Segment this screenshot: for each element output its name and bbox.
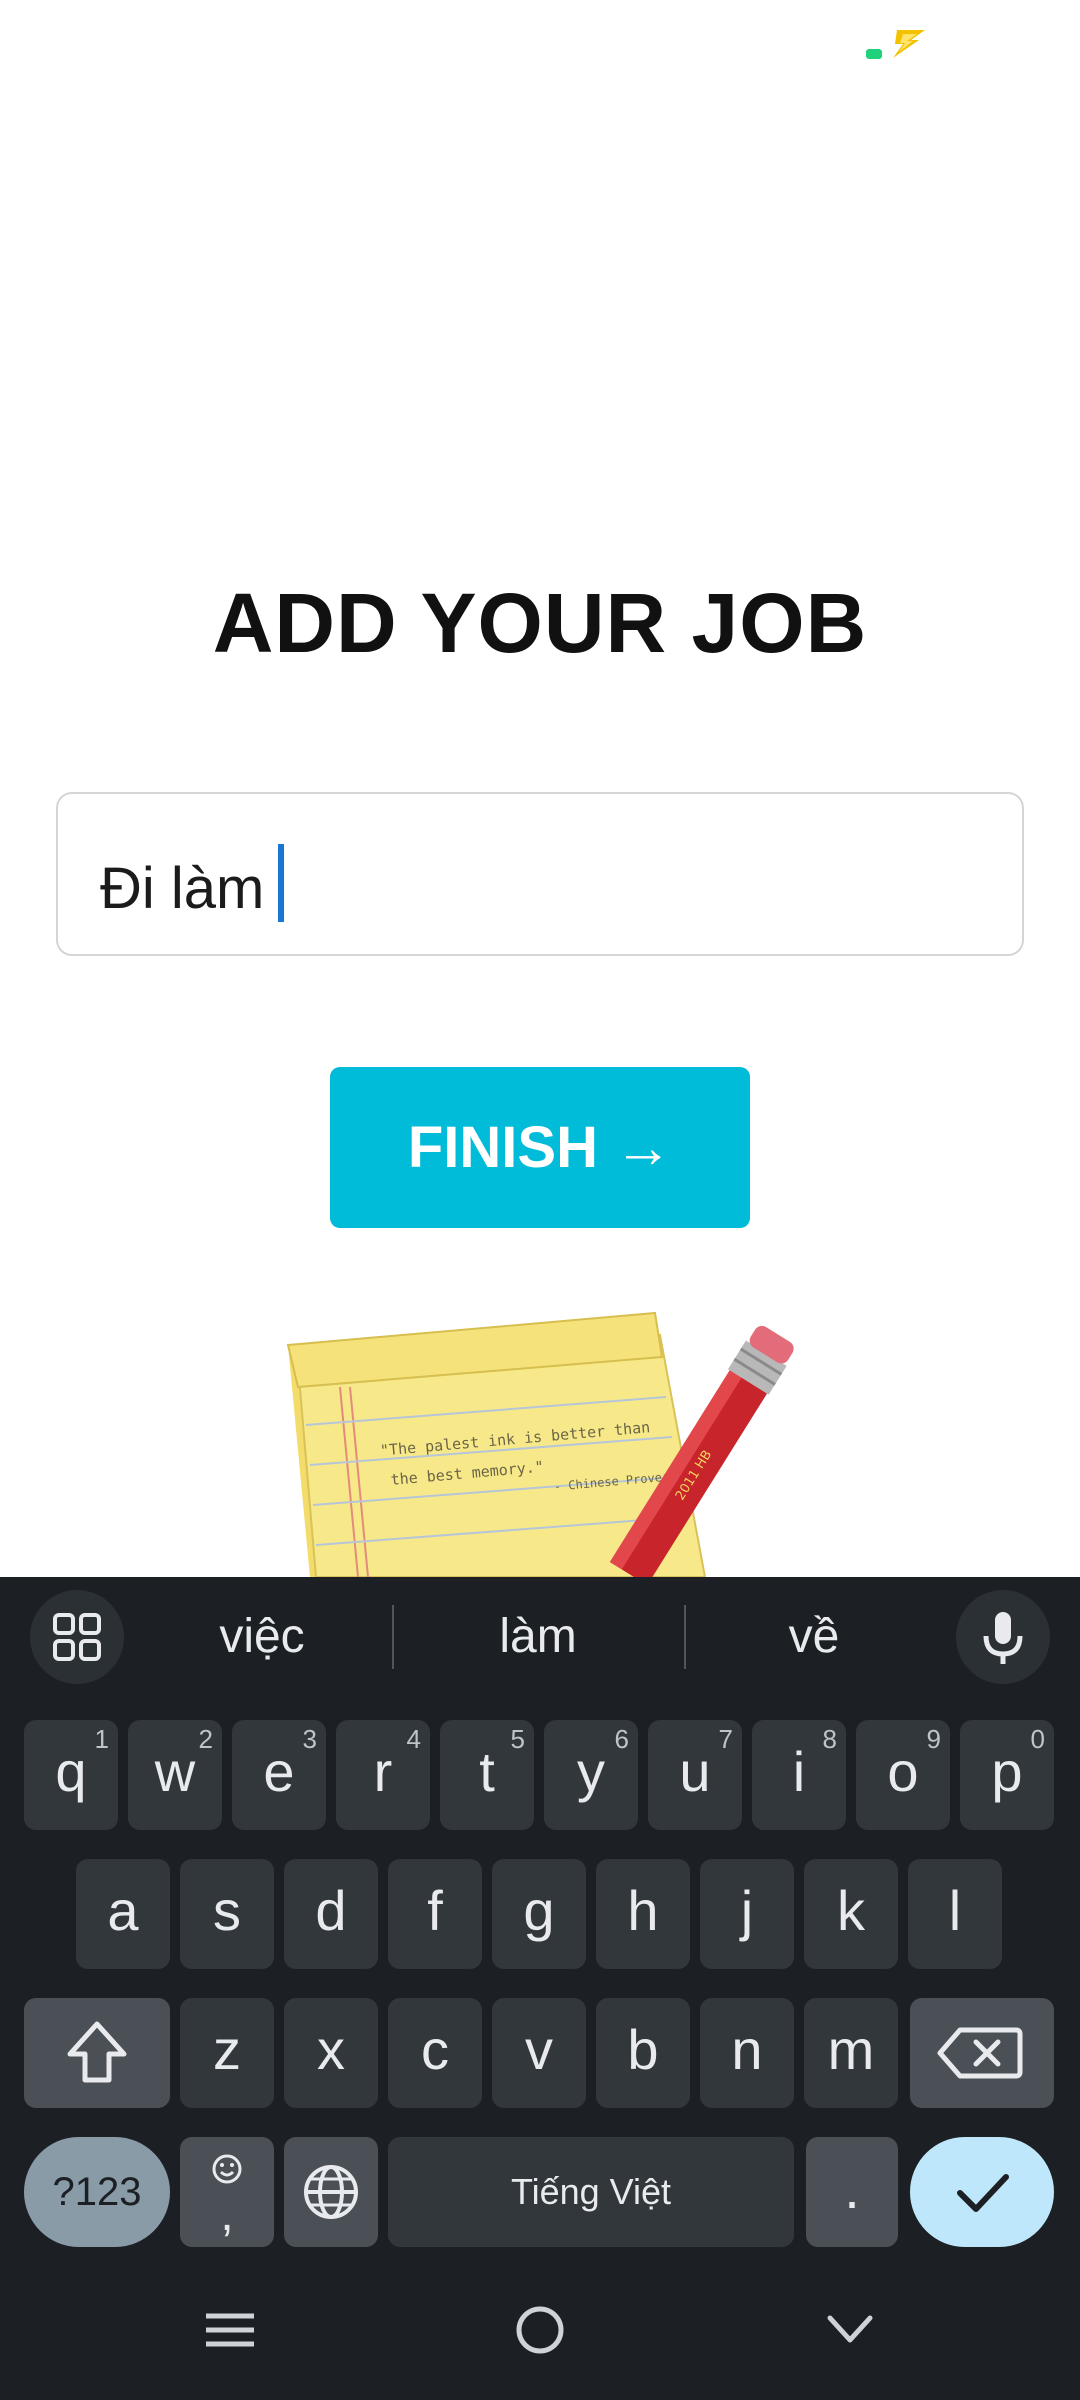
space-key[interactable]: Tiếng Việt: [388, 2137, 794, 2247]
key-x[interactable]: x: [284, 1998, 378, 2108]
key-label: r: [373, 1740, 393, 1803]
key-g[interactable]: g: [492, 1859, 586, 1969]
key-l[interactable]: l: [908, 1859, 1002, 1969]
key-hint: 3: [302, 1724, 317, 1754]
checkmark-icon: [957, 2174, 1009, 2212]
home-circle-icon[interactable]: [510, 2300, 570, 2360]
key-c[interactable]: c: [388, 1998, 482, 2108]
key-o[interactable]: o9: [856, 1720, 950, 1830]
backspace-key[interactable]: [910, 1998, 1054, 2108]
period-key[interactable]: .: [806, 2137, 898, 2247]
key-r[interactable]: r4: [336, 1720, 430, 1830]
key-n[interactable]: n: [700, 1998, 794, 2108]
key-label: w: [154, 1740, 196, 1803]
key-e[interactable]: e3: [232, 1720, 326, 1830]
key-hint: 4: [406, 1724, 421, 1754]
comma-label: ,: [220, 2188, 234, 2241]
key-j[interactable]: j: [700, 1859, 794, 1969]
key-y[interactable]: y6: [544, 1720, 638, 1830]
key-q[interactable]: q1: [24, 1720, 118, 1830]
key-u[interactable]: u7: [648, 1720, 742, 1830]
notepad-pencil-illustration: "The palest ink is better than the best …: [286, 1311, 794, 1577]
key-t[interactable]: t5: [440, 1720, 534, 1830]
on-screen-keyboard: việc làm về q1 w2 e3 r4 t5 y6 u7 i8 o9 p…: [0, 1577, 1080, 2400]
key-hint: 0: [1030, 1724, 1045, 1754]
key-label: o: [887, 1740, 919, 1803]
keyboard-menu-button[interactable]: [30, 1590, 124, 1684]
symbols-key[interactable]: ?123: [24, 2137, 170, 2247]
key-k[interactable]: k: [804, 1859, 898, 1969]
key-d[interactable]: d: [284, 1859, 378, 1969]
key-h[interactable]: h: [596, 1859, 690, 1969]
emoji-comma-key[interactable]: ,: [180, 2137, 274, 2247]
shift-key[interactable]: [24, 1998, 170, 2108]
key-label: q: [55, 1740, 87, 1803]
job-name-input[interactable]: Đi làm: [56, 792, 1024, 956]
microphone-icon: [983, 1612, 1023, 1664]
finish-button[interactable]: FINISH →: [330, 1067, 750, 1228]
key-hint: 7: [718, 1724, 733, 1754]
menu-lines-icon[interactable]: [200, 2300, 260, 2360]
key-z[interactable]: z: [180, 1998, 274, 2108]
status-battery-indicator: [866, 49, 882, 59]
suggestion-2[interactable]: làm: [394, 1597, 682, 1677]
key-b[interactable]: b: [596, 1998, 690, 2108]
chevron-down-icon[interactable]: [820, 2300, 880, 2360]
key-label: p: [991, 1740, 1023, 1803]
key-i[interactable]: i8: [752, 1720, 846, 1830]
key-label: y: [577, 1740, 605, 1803]
key-hint: 2: [198, 1724, 213, 1754]
job-input-value: Đi làm: [100, 856, 265, 921]
key-v[interactable]: v: [492, 1998, 586, 2108]
key-f[interactable]: f: [388, 1859, 482, 1969]
language-key[interactable]: [284, 2137, 378, 2247]
key-hint: 9: [926, 1724, 941, 1754]
key-label: t: [479, 1740, 495, 1803]
page-title: ADD YOUR JOB: [212, 576, 868, 670]
shift-arrow-icon: [67, 2021, 127, 2083]
key-a[interactable]: a: [76, 1859, 170, 1969]
suggestion-3[interactable]: về: [686, 1597, 942, 1677]
charging-bolt-icon: [893, 30, 925, 58]
key-hint: 5: [510, 1724, 525, 1754]
voice-input-button[interactable]: [956, 1590, 1050, 1684]
key-s[interactable]: s: [180, 1859, 274, 1969]
suggestion-1[interactable]: việc: [134, 1597, 390, 1677]
key-p[interactable]: p0: [960, 1720, 1054, 1830]
key-label: e: [263, 1740, 295, 1803]
key-label: u: [679, 1740, 711, 1803]
key-hint: 1: [94, 1724, 109, 1754]
key-m[interactable]: m: [804, 1998, 898, 2108]
key-hint: 8: [822, 1724, 837, 1754]
apps-grid-icon: [53, 1613, 101, 1661]
enter-key[interactable]: [910, 2137, 1054, 2247]
backspace-icon: [937, 2027, 1023, 2079]
key-hint: 6: [614, 1724, 629, 1754]
key-w[interactable]: w2: [128, 1720, 222, 1830]
key-label: i: [792, 1740, 806, 1803]
text-cursor: [278, 844, 285, 922]
globe-icon: [304, 2165, 358, 2219]
